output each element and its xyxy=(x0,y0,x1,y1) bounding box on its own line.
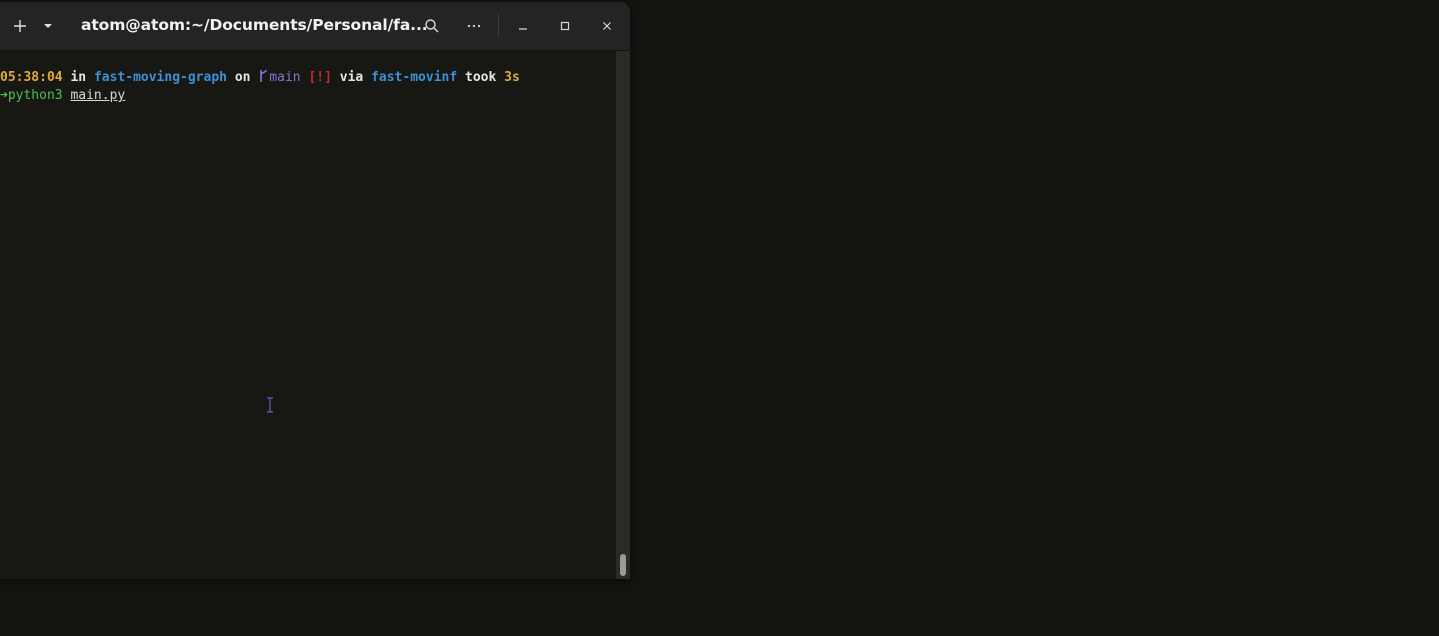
tab-menu-button[interactable] xyxy=(37,12,59,40)
prompt-line: 05:38:04 in fast-moving-graph on main [!… xyxy=(0,69,520,87)
minimize-icon xyxy=(519,28,527,30)
close-button[interactable] xyxy=(593,12,621,40)
ellipsis-icon xyxy=(467,24,481,28)
new-tab-button[interactable] xyxy=(6,12,34,40)
command-line: ➜python3 main.py xyxy=(0,87,125,105)
maximize-button[interactable] xyxy=(551,12,579,40)
prompt-duration: 3s xyxy=(504,70,520,85)
prompt-git-status: [!] xyxy=(308,70,332,85)
search-button[interactable] xyxy=(418,12,446,40)
terminal-window: atom@atom:~/Documents/Personal/fa... 05:… xyxy=(0,2,630,579)
command-argument: main.py xyxy=(70,88,126,103)
command-name: python3 xyxy=(7,88,63,103)
prompt-env: fast-movinf xyxy=(371,70,458,85)
close-icon xyxy=(603,22,611,30)
prompt-arrow: ➜ xyxy=(0,88,8,103)
ibeam-cursor-icon xyxy=(267,397,273,413)
prompt-branch: main xyxy=(269,70,301,85)
headerbar: atom@atom:~/Documents/Personal/fa... xyxy=(0,2,630,51)
chevron-down-icon xyxy=(44,24,52,28)
menu-button[interactable] xyxy=(460,12,488,40)
prompt-via-word: via xyxy=(339,70,364,85)
prompt-time: 05:38:04 xyxy=(0,70,63,85)
prompt-directory: fast-moving-graph xyxy=(93,70,227,85)
scrollbar[interactable] xyxy=(616,51,630,579)
minimize-button[interactable] xyxy=(509,12,537,40)
plus-icon xyxy=(14,20,26,32)
git-branch-icon xyxy=(260,69,268,82)
headerbar-separator xyxy=(498,14,499,38)
window-title: atom@atom:~/Documents/Personal/fa... xyxy=(81,16,428,34)
search-icon xyxy=(425,19,439,33)
terminal-output[interactable]: 05:38:04 in fast-moving-graph on main [!… xyxy=(0,51,614,579)
prompt-on-word: on xyxy=(234,70,251,85)
prompt-in-word: in xyxy=(70,70,87,85)
prompt-took-word: took xyxy=(465,70,497,85)
maximize-icon xyxy=(560,21,570,31)
scrollbar-thumb[interactable] xyxy=(620,554,626,576)
desktop-background: atom@atom:~/Documents/Personal/fa... 05:… xyxy=(0,0,1439,636)
